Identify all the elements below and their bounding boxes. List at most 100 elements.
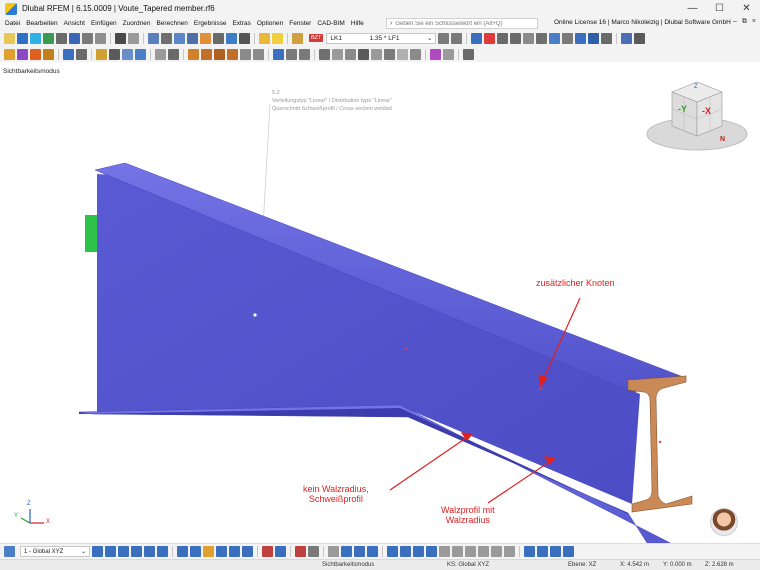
display-results-icon[interactable] bbox=[242, 546, 253, 557]
transparent-icon[interactable] bbox=[397, 48, 408, 60]
line-tool-icon[interactable] bbox=[17, 48, 28, 60]
view-y-icon[interactable] bbox=[105, 546, 116, 557]
node-marker[interactable] bbox=[404, 347, 408, 351]
open-icon[interactable] bbox=[17, 32, 28, 44]
legend-icon[interactable] bbox=[588, 32, 600, 44]
object-track-icon[interactable] bbox=[504, 546, 515, 557]
snap-object-icon[interactable] bbox=[341, 546, 352, 557]
graph-icon[interactable] bbox=[226, 32, 237, 44]
menu-item[interactable]: Ansicht bbox=[61, 20, 88, 27]
additional-node-marker[interactable] bbox=[539, 387, 543, 391]
lines-icon[interactable] bbox=[523, 32, 535, 44]
info-icon[interactable] bbox=[430, 48, 441, 60]
snap-line-icon[interactable] bbox=[354, 546, 365, 557]
relative-icon[interactable] bbox=[478, 546, 489, 557]
render-mode-icon[interactable] bbox=[358, 48, 369, 60]
hide-icon[interactable] bbox=[332, 48, 343, 60]
document-restore-icon[interactable]: ⧉ bbox=[742, 18, 747, 26]
snap-grid-icon[interactable] bbox=[328, 546, 339, 557]
search-input[interactable] bbox=[395, 20, 526, 27]
split-view-icon[interactable] bbox=[295, 546, 306, 557]
ruler-icon[interactable] bbox=[537, 546, 548, 557]
end-node-marker[interactable] bbox=[658, 440, 662, 444]
menu-item[interactable]: Zuordnen bbox=[120, 20, 154, 27]
arrows-icon[interactable] bbox=[410, 48, 421, 60]
menu-item[interactable]: Datei bbox=[2, 20, 23, 27]
wireframe-icon[interactable] bbox=[371, 48, 382, 60]
dimension-icon[interactable] bbox=[214, 48, 225, 60]
load-case-select[interactable]: LK1 1.35 * LF1 ⌄ bbox=[326, 32, 437, 44]
support-icon[interactable] bbox=[63, 48, 74, 60]
layout-icon[interactable] bbox=[634, 32, 646, 44]
status-coordinate-system[interactable]: KS: Global XYZ bbox=[447, 562, 489, 568]
snap-icon[interactable] bbox=[201, 48, 212, 60]
close-icon[interactable]: ✕ bbox=[733, 0, 760, 17]
measure-icon[interactable] bbox=[227, 48, 238, 60]
hinge-icon[interactable] bbox=[76, 48, 87, 60]
menu-item[interactable]: Fenster bbox=[286, 20, 314, 27]
surface-tool-icon[interactable] bbox=[43, 48, 54, 60]
calc-icon[interactable] bbox=[187, 32, 198, 44]
workplane-xy-icon[interactable] bbox=[387, 546, 398, 557]
view-x-icon[interactable] bbox=[92, 546, 103, 557]
more-views-icon[interactable] bbox=[308, 546, 319, 557]
lighting-icon[interactable] bbox=[275, 546, 286, 557]
workplane-icon[interactable] bbox=[426, 546, 437, 557]
member-tool-icon[interactable] bbox=[30, 48, 41, 60]
view-icon[interactable] bbox=[213, 32, 224, 44]
snap-point-icon[interactable] bbox=[367, 546, 378, 557]
display-loads-icon[interactable] bbox=[229, 546, 240, 557]
view-zoom-icon[interactable] bbox=[157, 546, 168, 557]
view-z-icon[interactable] bbox=[118, 546, 129, 557]
print-preview-icon[interactable] bbox=[82, 32, 93, 44]
menu-item[interactable]: Einfügen bbox=[88, 20, 120, 27]
keyword-search[interactable]: › bbox=[386, 18, 538, 29]
navigator-icon[interactable] bbox=[161, 32, 172, 44]
polar-icon[interactable] bbox=[452, 546, 463, 557]
filter-icon[interactable] bbox=[575, 32, 587, 44]
rotate-icon[interactable] bbox=[122, 48, 133, 60]
next-case-icon[interactable] bbox=[451, 32, 463, 44]
ortho-icon[interactable] bbox=[439, 546, 450, 557]
move-icon[interactable] bbox=[109, 48, 120, 60]
report-icon[interactable] bbox=[95, 32, 106, 44]
object-snap-icon[interactable] bbox=[240, 48, 251, 60]
document-close-icon[interactable]: × bbox=[752, 18, 756, 26]
menu-item[interactable]: Ergebnisse bbox=[191, 20, 230, 27]
perspective-icon[interactable] bbox=[262, 546, 273, 557]
load-icon[interactable] bbox=[96, 48, 107, 60]
model-viewport[interactable]: Sichtbarkeitsmodus 5.2 Verteilungstyp "L… bbox=[0, 62, 760, 543]
redo-icon[interactable] bbox=[128, 32, 139, 44]
guides-display-icon[interactable] bbox=[550, 546, 561, 557]
layer-icon[interactable] bbox=[463, 48, 474, 60]
scale-icon[interactable] bbox=[601, 32, 613, 44]
grid-icon[interactable] bbox=[188, 48, 199, 60]
document-minimize-icon[interactable]: – bbox=[733, 18, 737, 26]
animate-icon[interactable] bbox=[549, 32, 561, 44]
node-marker[interactable] bbox=[253, 313, 257, 317]
solid-icon[interactable] bbox=[384, 48, 395, 60]
mirror-icon[interactable] bbox=[135, 48, 146, 60]
status-mode[interactable]: Sichtbarkeitsmodus bbox=[322, 562, 374, 568]
copy-icon[interactable] bbox=[155, 48, 166, 60]
section-icon[interactable] bbox=[562, 32, 574, 44]
menu-item[interactable]: Bearbeiten bbox=[23, 20, 60, 27]
menu-item[interactable]: Optionen bbox=[254, 20, 286, 27]
clipping-icon[interactable] bbox=[286, 48, 297, 60]
cloud-icon[interactable] bbox=[30, 32, 41, 44]
display-surfaces-icon[interactable] bbox=[203, 546, 214, 557]
menu-item[interactable]: Extras bbox=[229, 20, 253, 27]
deform-icon[interactable] bbox=[497, 32, 509, 44]
print-icon[interactable] bbox=[56, 32, 67, 44]
previous-case-icon[interactable] bbox=[438, 32, 450, 44]
values-icon[interactable] bbox=[510, 32, 522, 44]
dynamic-icon[interactable] bbox=[491, 546, 502, 557]
guide-icon[interactable] bbox=[253, 48, 264, 60]
numbering-icon[interactable] bbox=[443, 48, 454, 60]
menu-item[interactable]: CAD-BIM bbox=[314, 20, 347, 27]
save-icon[interactable] bbox=[69, 32, 80, 44]
highlight-icon[interactable] bbox=[272, 32, 283, 44]
section-plane-icon[interactable] bbox=[299, 48, 310, 60]
navigation-cube[interactable]: -Y -X Z N bbox=[642, 74, 752, 159]
panel-icon[interactable] bbox=[174, 32, 185, 44]
